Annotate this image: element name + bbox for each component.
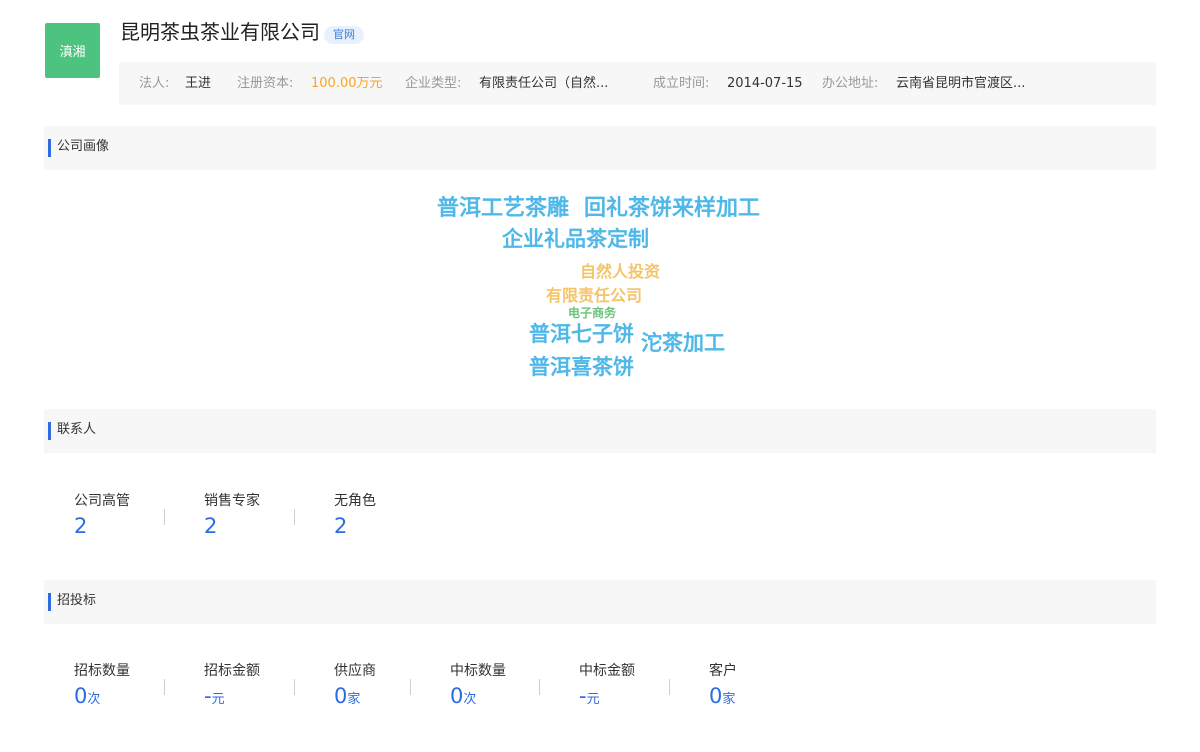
stat-divider [164, 679, 165, 695]
stat-sales-experts[interactable]: 销售专家 2 [204, 492, 260, 539]
stat-divider [294, 679, 295, 695]
stat-label: 中标数量 [450, 663, 506, 679]
section-accent-bar [48, 593, 51, 611]
stat-divider [669, 679, 670, 695]
stat-label: 销售专家 [204, 493, 260, 509]
capital-value: 100.00万元 [311, 76, 383, 91]
founded-value: 2014-07-15 [727, 76, 803, 91]
type-value: 有限责任公司（自然... [479, 76, 609, 91]
stat-award-count[interactable]: 中标数量 0次 [450, 662, 506, 713]
section-accent-bar [48, 422, 51, 440]
section-accent-bar [48, 139, 51, 157]
stat-unit: 元 [586, 692, 600, 707]
capital-label: 注册资本: [237, 76, 294, 91]
contacts-section-title: 联系人 [57, 422, 97, 437]
stat-value: 0 [74, 684, 88, 708]
official-site-badge[interactable]: 官网 [324, 26, 364, 44]
stat-value: 0 [334, 684, 348, 708]
stat-unit: 家 [347, 692, 361, 707]
company-logo: 滇湘 [45, 23, 100, 78]
word-cloud-term: 自然人投资 [580, 262, 661, 281]
stat-suppliers[interactable]: 供应商 0家 [334, 662, 376, 713]
stat-divider [164, 509, 165, 525]
word-cloud-term: 有限责任公司 [546, 286, 643, 305]
stat-label: 无角色 [334, 493, 376, 509]
stat-unit: 次 [463, 692, 477, 707]
stat-value: 0 [709, 684, 723, 708]
stat-label: 招标数量 [74, 663, 130, 679]
stat-divider [294, 509, 295, 525]
word-cloud-term: 回礼茶饼来样加工 [584, 196, 761, 221]
stat-award-amount[interactable]: 中标金额 -元 [579, 662, 635, 713]
stat-label: 公司高管 [74, 493, 130, 509]
stat-customers[interactable]: 客户 0家 [709, 662, 737, 713]
word-cloud-term: 普洱喜茶饼 [529, 355, 634, 379]
portrait-section-header: 公司画像 [44, 126, 1156, 170]
legal-person-label: 法人: [139, 76, 170, 91]
stat-value: 0 [450, 684, 464, 708]
company-name: 昆明茶虫茶业有限公司 [120, 20, 320, 44]
founded-label: 成立时间: [653, 76, 710, 91]
word-cloud-term: 普洱七子饼 [529, 322, 634, 346]
stat-tender-count[interactable]: 招标数量 0次 [74, 662, 130, 713]
stat-value: - [204, 684, 212, 708]
stat-value: - [579, 684, 587, 708]
stat-label: 供应商 [334, 663, 376, 679]
stat-label: 客户 [709, 663, 737, 679]
stat-label: 招标金额 [204, 663, 260, 679]
company-info-bar: 法人: 王进 注册资本: 100.00万元 企业类型: 有限责任公司（自然...… [119, 62, 1156, 105]
legal-person-value[interactable]: 王进 [185, 62, 211, 105]
address-label: 办公地址: [822, 76, 879, 91]
stat-tender-amount[interactable]: 招标金额 -元 [204, 662, 260, 713]
stat-unit: 家 [722, 692, 736, 707]
word-cloud-term: 普洱工艺茶雕 [437, 196, 570, 221]
contacts-section-header: 联系人 [44, 409, 1156, 453]
word-cloud-term: 沱茶加工 [641, 331, 725, 355]
stat-unit: 元 [211, 692, 225, 707]
type-label: 企业类型: [405, 76, 462, 91]
portrait-section-title: 公司画像 [57, 139, 110, 154]
address-value: 云南省昆明市官渡区... [896, 76, 1026, 91]
stat-divider [539, 679, 540, 695]
stat-value: 2 [334, 514, 348, 538]
stat-divider [410, 679, 411, 695]
stat-unit: 次 [87, 692, 101, 707]
stat-no-role[interactable]: 无角色 2 [334, 492, 376, 539]
word-cloud-term: 企业礼品茶定制 [502, 227, 649, 251]
bidding-section-title: 招投标 [57, 593, 97, 608]
stat-executives[interactable]: 公司高管 2 [74, 492, 130, 539]
stat-value: 2 [74, 514, 88, 538]
stat-label: 中标金额 [579, 663, 635, 679]
bidding-section-header: 招投标 [44, 580, 1156, 624]
stat-value: 2 [204, 514, 218, 538]
